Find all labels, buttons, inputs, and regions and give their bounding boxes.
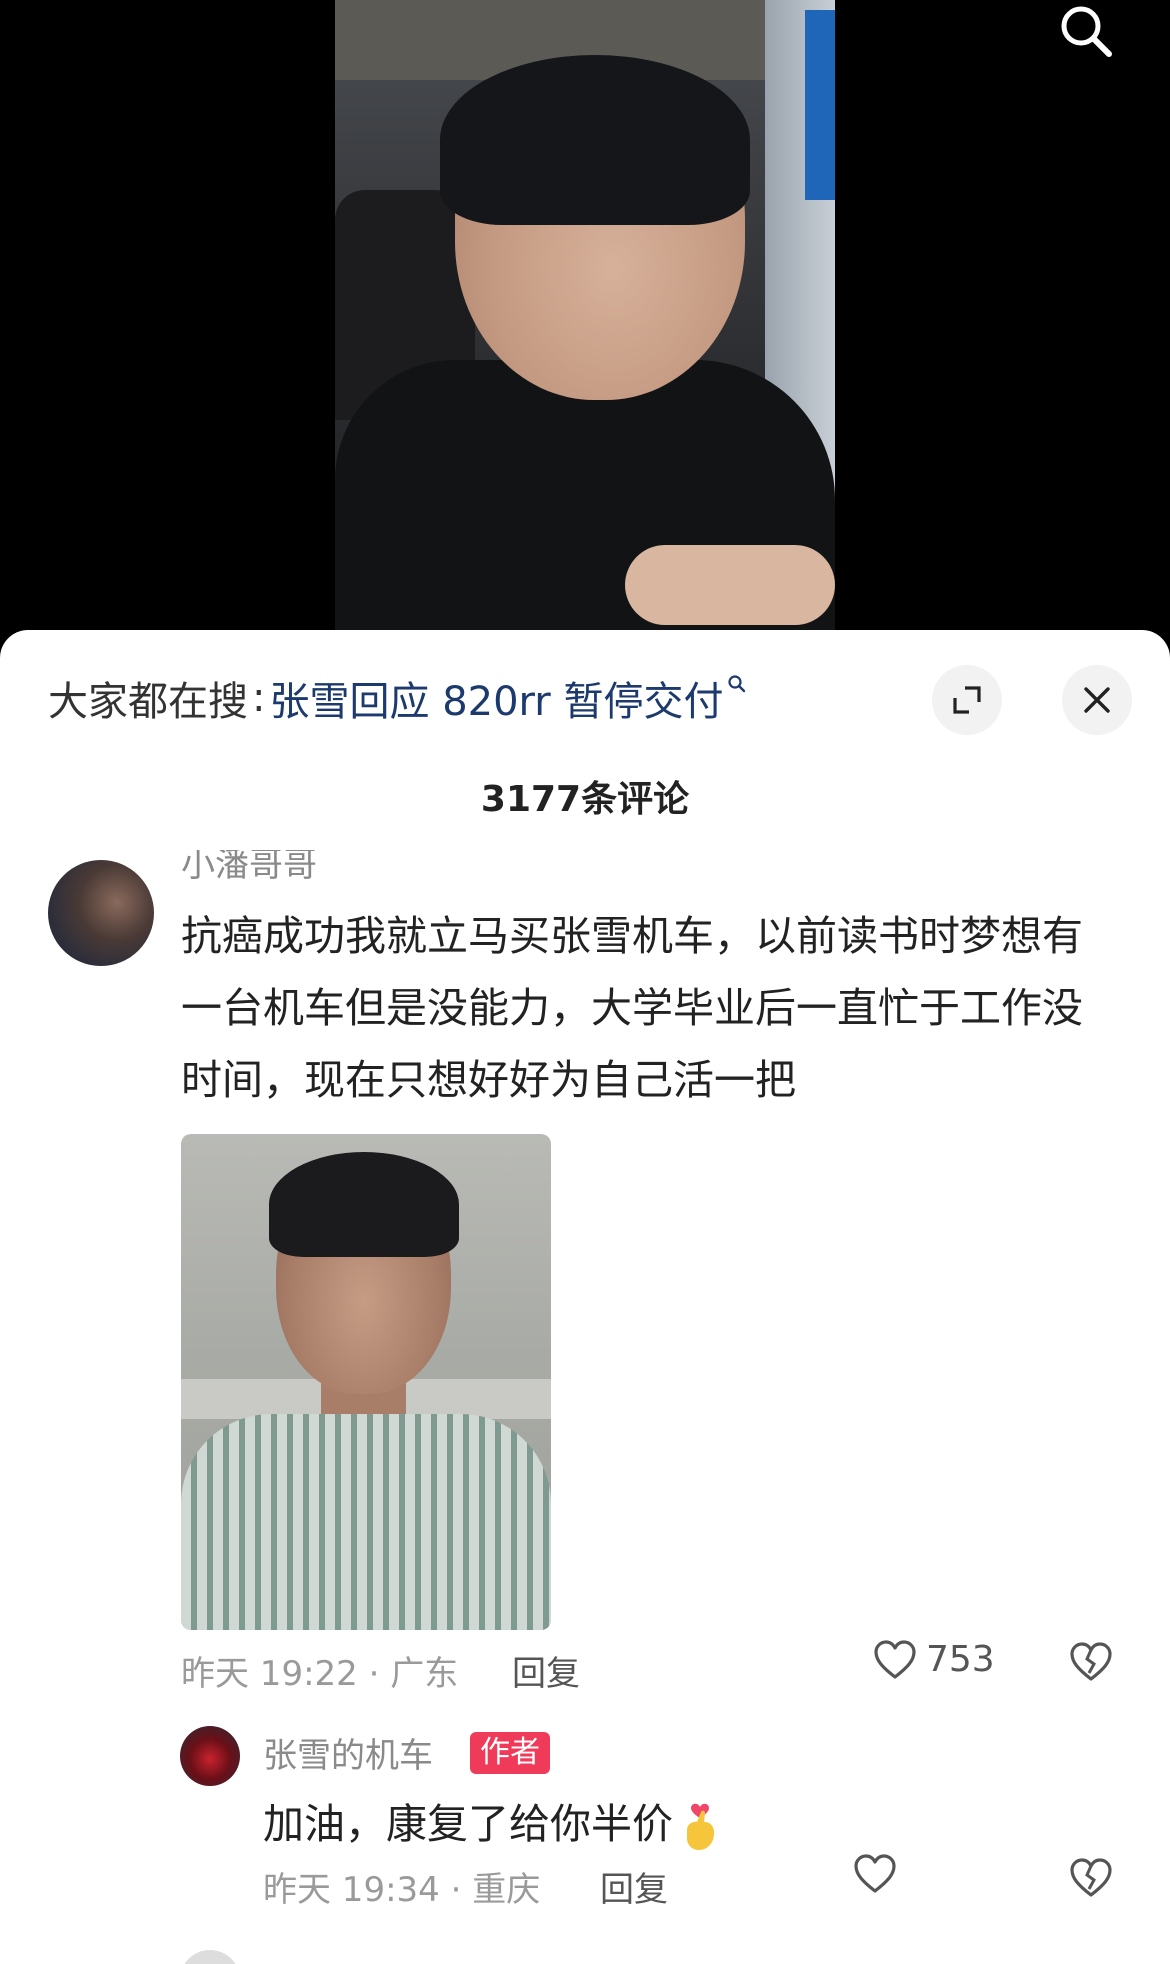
hot-search-bar[interactable]: 大家都在搜 : 张雪回应 820rr 暂停交付 <box>48 668 747 728</box>
video-person-hair <box>440 55 750 225</box>
author-avatar[interactable] <box>180 1726 240 1786</box>
like-count: 753 <box>926 1638 995 1680</box>
broken-heart-icon <box>1070 1642 1112 1681</box>
reply-text: 加油，康复了给你半价 <box>263 1800 673 1848</box>
comment-username[interactable]: 小潘哥哥 <box>181 850 317 892</box>
close-icon <box>1084 687 1110 713</box>
finger-heart-emoji <box>687 1803 715 1850</box>
comment-text: 抗癌成功我就立马买张雪机车，以前读书时梦想有一台机车但是没能力，大学毕业后一直忙… <box>181 912 1083 1104</box>
heart-outline-icon <box>874 1640 916 1679</box>
dislike-button[interactable] <box>1068 1640 1114 1686</box>
comment-count: 3177条评论 <box>480 779 690 820</box>
video-bg-blue <box>805 10 835 200</box>
photo-person-hair <box>269 1152 459 1257</box>
expand-button[interactable] <box>932 665 1002 735</box>
next-comment-avatar[interactable] <box>180 1950 240 1964</box>
broken-heart-icon <box>1070 1858 1112 1897</box>
video-frame[interactable] <box>335 0 835 640</box>
photo-person-shirt <box>181 1414 551 1630</box>
video-person-hands <box>625 545 835 625</box>
reply-button[interactable]: 回复 <box>600 1862 668 1911</box>
reply-dislike-button[interactable] <box>1068 1856 1114 1902</box>
search-icon <box>1061 6 1112 57</box>
expand-icon <box>953 686 981 714</box>
reply-button[interactable]: 回复 <box>512 1646 580 1695</box>
small-search-icon <box>728 675 746 693</box>
search-button[interactable] <box>1050 0 1122 60</box>
video-area[interactable] <box>0 0 1170 640</box>
reply-like-button[interactable] <box>852 1852 898 1894</box>
comment-meta: 昨天 19:22 · 广东 <box>181 1654 459 1694</box>
reply-text-row: 加油，康复了给你半价 <box>263 1790 721 1854</box>
reply-meta: 昨天 19:34 · 重庆 <box>263 1870 541 1910</box>
hot-search-prefix: 大家都在搜 <box>48 679 248 725</box>
reply-username[interactable]: 张雪的机车 <box>263 1728 433 1777</box>
hot-search-colon: : <box>252 675 266 721</box>
comment-image[interactable] <box>181 1134 551 1630</box>
close-button[interactable] <box>1062 665 1132 735</box>
avatar[interactable] <box>48 860 154 966</box>
heart-outline-icon <box>854 1854 896 1893</box>
author-badge: 作者 <box>470 1732 550 1774</box>
comment-sheet: 大家都在搜 : 张雪回应 820rr 暂停交付 3177条评论 小潘哥哥 抗癌成… <box>0 630 1170 1964</box>
like-button[interactable]: 753 <box>872 1638 995 1680</box>
hot-search-query[interactable]: 张雪回应 820rr 暂停交付 <box>269 669 723 727</box>
